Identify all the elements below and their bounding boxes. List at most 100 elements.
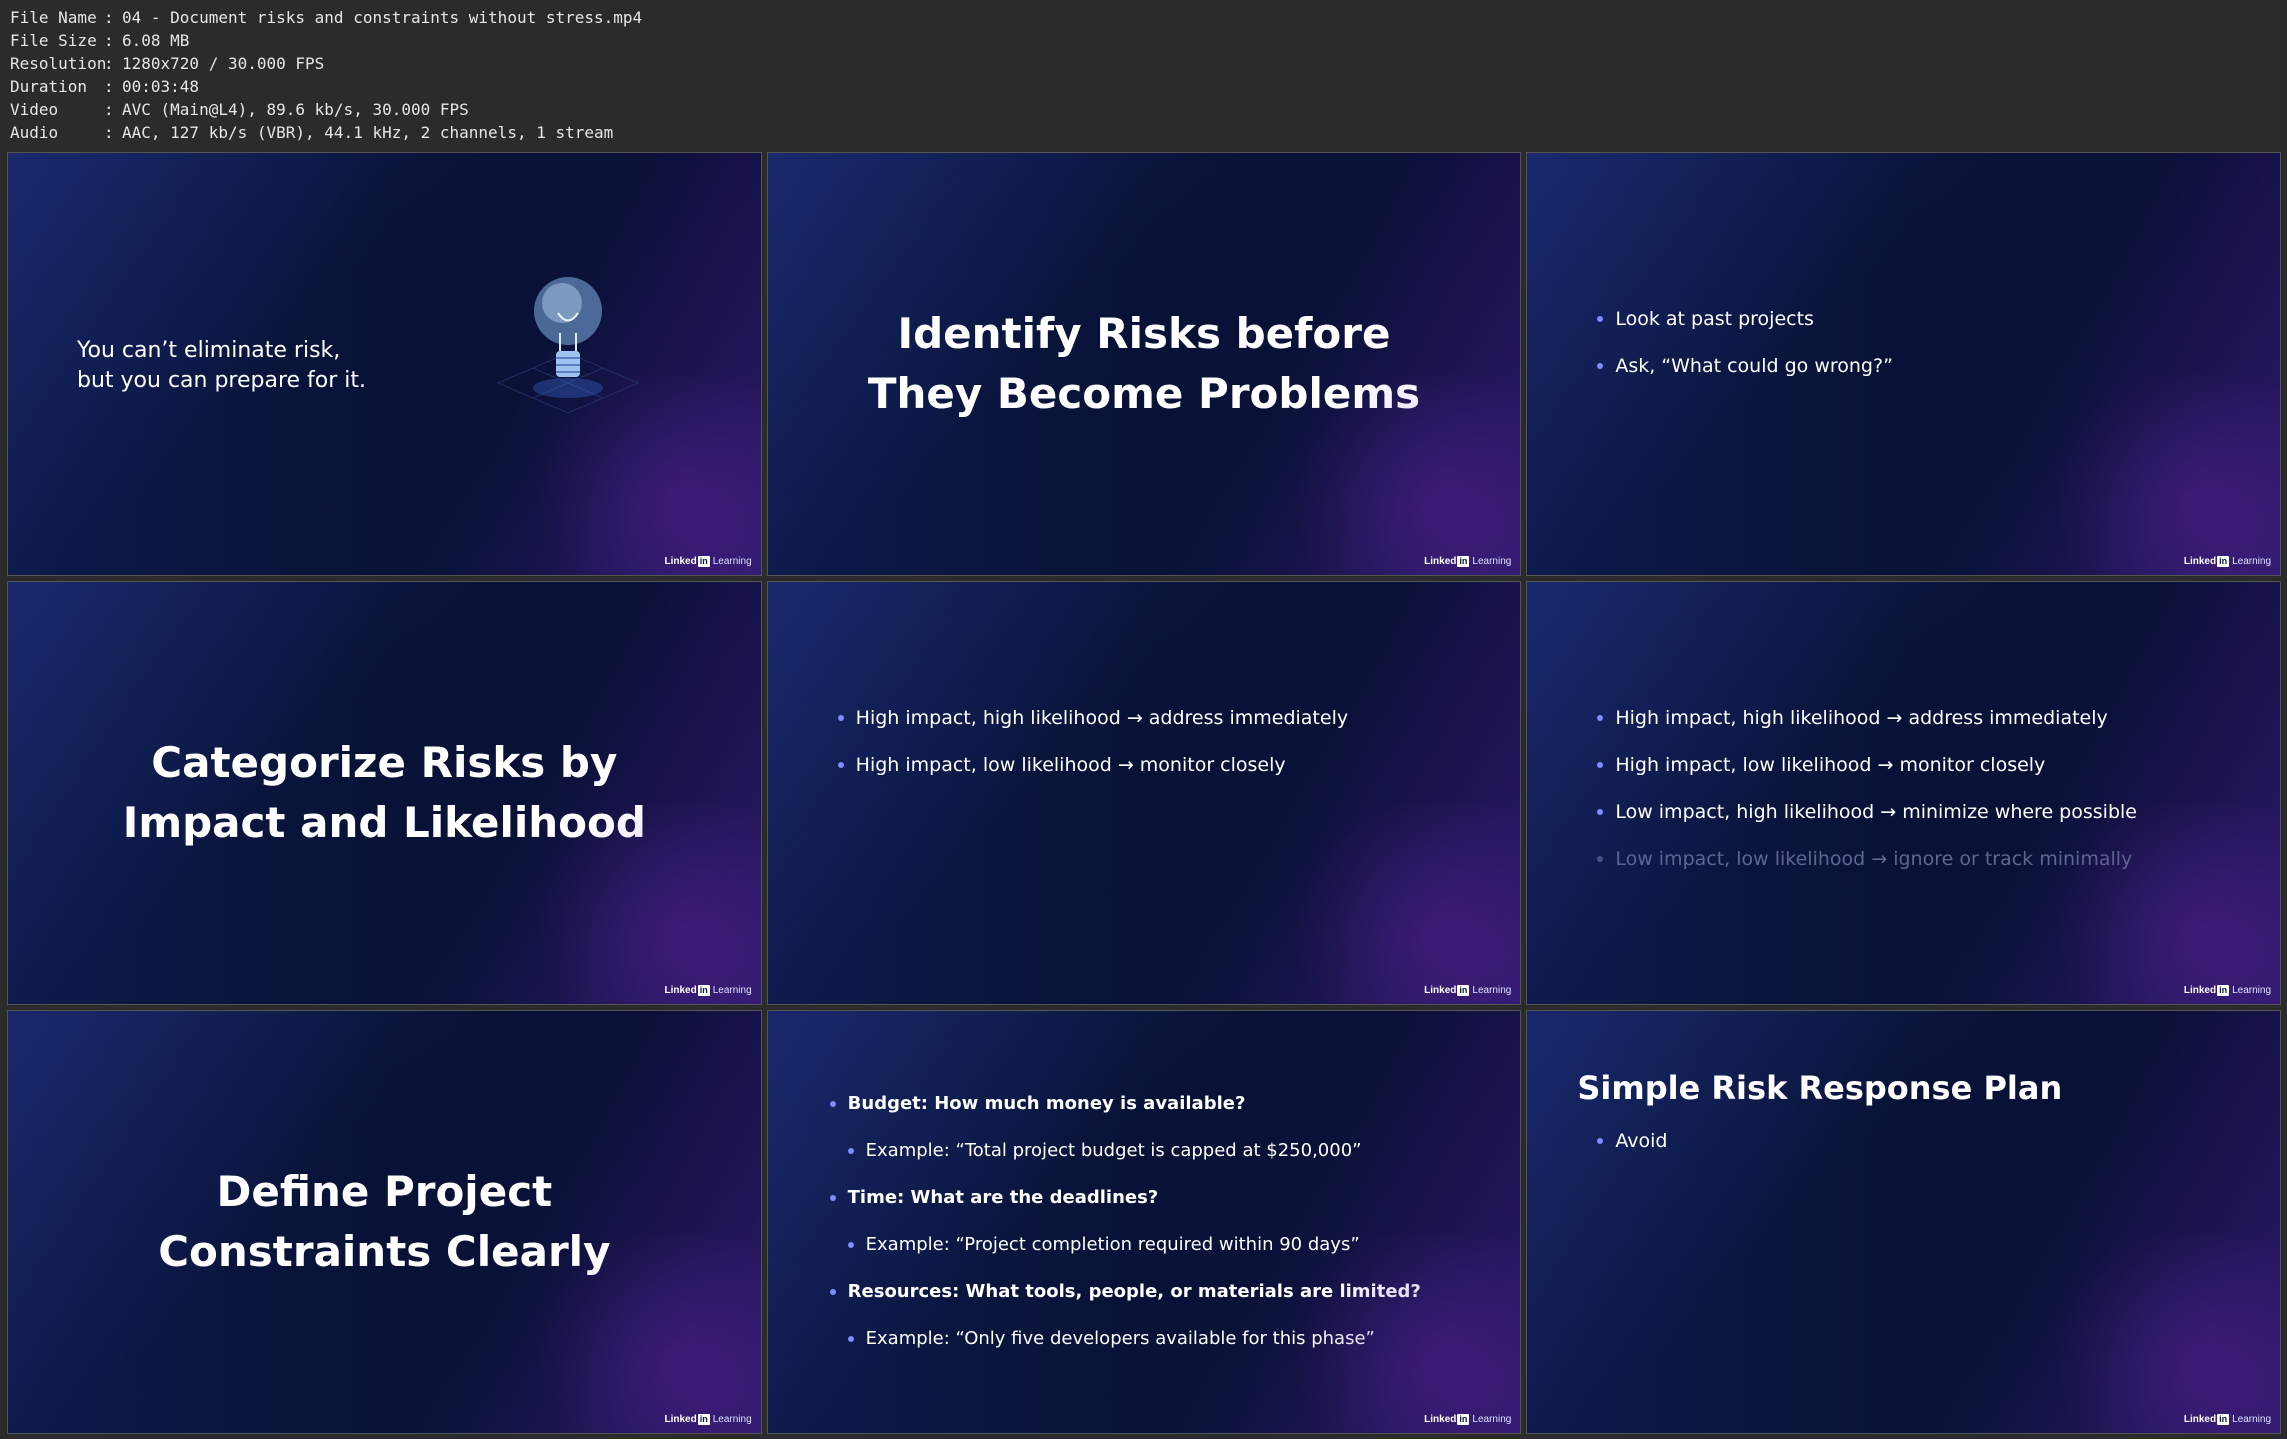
title-line-2: Impact and Likelihood (122, 798, 646, 847)
slide-title: Identify Risks before They Become Proble… (768, 304, 1521, 424)
linkedin-learning-logo: Linked in Learning (1424, 556, 1511, 567)
video-value: AVC (Main@L4), 89.6 kb/s, 30.000 FPS (122, 100, 469, 119)
duration-value: 00:03:48 (122, 77, 200, 96)
bullet-item: High impact, high likelihood → address i… (1597, 705, 2137, 752)
separator: : (104, 54, 114, 73)
logo-in-box: in (1457, 1414, 1470, 1425)
logo-in-box: in (697, 556, 710, 567)
linkedin-learning-logo: Linked in Learning (2184, 1414, 2271, 1425)
sub-bullet-item: Example: “Only five developers available… (847, 1326, 1421, 1373)
thumbnail-9[interactable]: Simple Risk Response Plan Avoid Linked in… (1526, 1010, 2281, 1434)
bullet-item: Resources: What tools, people, or materi… (829, 1279, 1421, 1326)
bullet-item: High impact, high likelihood → address i… (837, 705, 1348, 752)
resolution-row: Resolution:1280x720 / 30.000 FPS (10, 52, 642, 75)
file-name-value: 04 - Document risks and constraints with… (122, 8, 643, 27)
linkedin-learning-logo: Linked in Learning (2184, 556, 2271, 567)
logo-learning-text: Learning (712, 985, 752, 996)
slide-quote: You can’t eliminate risk, but you can pr… (77, 336, 366, 396)
logo-learning-text: Learning (1472, 556, 1512, 567)
file-size-value: 6.08 MB (122, 31, 190, 50)
logo-learning-text: Learning (2232, 985, 2271, 996)
separator: : (104, 31, 114, 50)
slide-title: Simple Risk Response Plan (1577, 1069, 2063, 1107)
logo-text: Linked (664, 985, 697, 996)
slide-title: Define Project Constraints Clearly (8, 1162, 761, 1282)
bullet-item-dimmed: Low impact, low likelihood → ignore or t… (1597, 846, 2137, 893)
title-line-1: Identify Risks before (897, 309, 1391, 358)
separator: : (104, 123, 114, 142)
thumbnail-5[interactable]: High impact, high likelihood → address i… (766, 581, 1522, 1005)
linkedin-learning-logo: Linked in Learning (2184, 985, 2271, 996)
logo-in-box: in (1457, 985, 1470, 996)
title-line-1: Categorize Risks by (151, 738, 618, 787)
file-info-header: File Name:04 - Document risks and constr… (10, 6, 642, 144)
bullet-item: High impact, low likelihood → monitor cl… (837, 752, 1348, 799)
logo-text: Linked (1424, 556, 1457, 567)
bullet-list: Budget: How much money is available? Exa… (829, 1091, 1421, 1373)
resolution-value: 1280x720 / 30.000 FPS (122, 54, 325, 73)
slide-title: Categorize Risks by Impact and Likelihoo… (8, 733, 761, 853)
separator: : (104, 77, 114, 96)
linkedin-learning-logo: Linked in Learning (1424, 985, 1511, 996)
file-name-label: File Name (10, 8, 97, 27)
video-label: Video (10, 100, 59, 119)
separator: : (104, 100, 114, 119)
file-name-row: File Name:04 - Document risks and constr… (10, 6, 642, 29)
logo-text: Linked (2183, 1414, 2217, 1425)
sub-bullet-item: Example: “Total project budget is capped… (847, 1138, 1421, 1185)
linkedin-learning-logo: Linked in Learning (665, 1414, 752, 1425)
logo-learning-text: Learning (2232, 1414, 2271, 1425)
resolution-label: Resolution (10, 54, 107, 73)
bullet-item: Look at past projects (1597, 306, 1893, 353)
logo-text: Linked (2183, 985, 2217, 996)
bullet-item: Avoid (1597, 1128, 1667, 1175)
audio-label: Audio (10, 123, 59, 142)
logo-in-box: in (697, 1414, 710, 1425)
logo-in-box: in (2217, 1414, 2230, 1425)
quote-line-1: You can’t eliminate risk, (77, 338, 341, 363)
bullet-list: High impact, high likelihood → address i… (837, 705, 1348, 799)
logo-text: Linked (664, 1414, 697, 1425)
thumbnail-1[interactable]: You can’t eliminate risk, but you can pr… (7, 152, 762, 576)
logo-text: Linked (2183, 556, 2217, 567)
linkedin-learning-logo: Linked in Learning (665, 985, 752, 996)
bullet-list: High impact, high likelihood → address i… (1597, 705, 2137, 893)
logo-learning-text: Learning (712, 1414, 752, 1425)
logo-learning-text: Learning (1472, 985, 1512, 996)
logo-learning-text: Learning (1472, 1414, 1512, 1425)
bullet-item: Budget: How much money is available? (829, 1091, 1421, 1138)
bullet-list: Avoid (1597, 1128, 1667, 1175)
bullet-item: High impact, low likelihood → monitor cl… (1597, 752, 2137, 799)
lightbulb-icon (496, 277, 640, 414)
audio-value: AAC, 127 kb/s (VBR), 44.1 kHz, 2 channel… (122, 123, 614, 142)
bullet-list: Look at past projects Ask, “What could g… (1597, 306, 1893, 400)
logo-in-box: in (697, 985, 710, 996)
logo-text: Linked (1424, 1414, 1457, 1425)
thumbnail-7[interactable]: Define Project Constraints Clearly Linke… (7, 1010, 762, 1434)
duration-row: Duration:00:03:48 (10, 75, 642, 98)
audio-row: Audio: AAC, 127 kb/s (VBR), 44.1 kHz, 2 c… (10, 121, 642, 144)
logo-text: Linked (664, 556, 697, 567)
separator: : (104, 8, 114, 27)
bullet-item: Ask, “What could go wrong?” (1597, 353, 1893, 400)
logo-text: Linked (1424, 985, 1457, 996)
video-row: Video: AVC (Main@L4), 89.6 kb/s, 30.000 F… (10, 98, 642, 121)
title-line-2: They Become Problems (867, 369, 1421, 418)
thumbnail-6[interactable]: High impact, high likelihood → address i… (1526, 581, 2281, 1005)
linkedin-learning-logo: Linked in Learning (665, 556, 752, 567)
quote-line-2: but you can prepare for it. (77, 368, 367, 393)
duration-label: Duration (10, 77, 88, 96)
logo-learning-text: Learning (2232, 556, 2271, 567)
logo-in-box: in (2217, 985, 2230, 996)
title-line-1: Define Project (216, 1167, 553, 1216)
sub-bullet-item: Example: “Project completion required wi… (847, 1232, 1421, 1279)
thumbnail-8[interactable]: Budget: How much money is available? Exa… (766, 1010, 1522, 1434)
logo-in-box: in (2217, 556, 2230, 567)
thumbnail-4[interactable]: Categorize Risks by Impact and Likelihoo… (7, 581, 762, 1005)
logo-in-box: in (1457, 556, 1470, 567)
file-size-row: File Size:6.08 MB (10, 29, 642, 52)
thumbnail-3[interactable]: Look at past projects Ask, “What could g… (1526, 152, 2281, 576)
thumbnail-grid: You can’t eliminate risk, but you can pr… (7, 152, 2281, 1434)
thumbnail-2[interactable]: Identify Risks before They Become Proble… (766, 152, 1522, 576)
linkedin-learning-logo: Linked in Learning (1424, 1414, 1511, 1425)
